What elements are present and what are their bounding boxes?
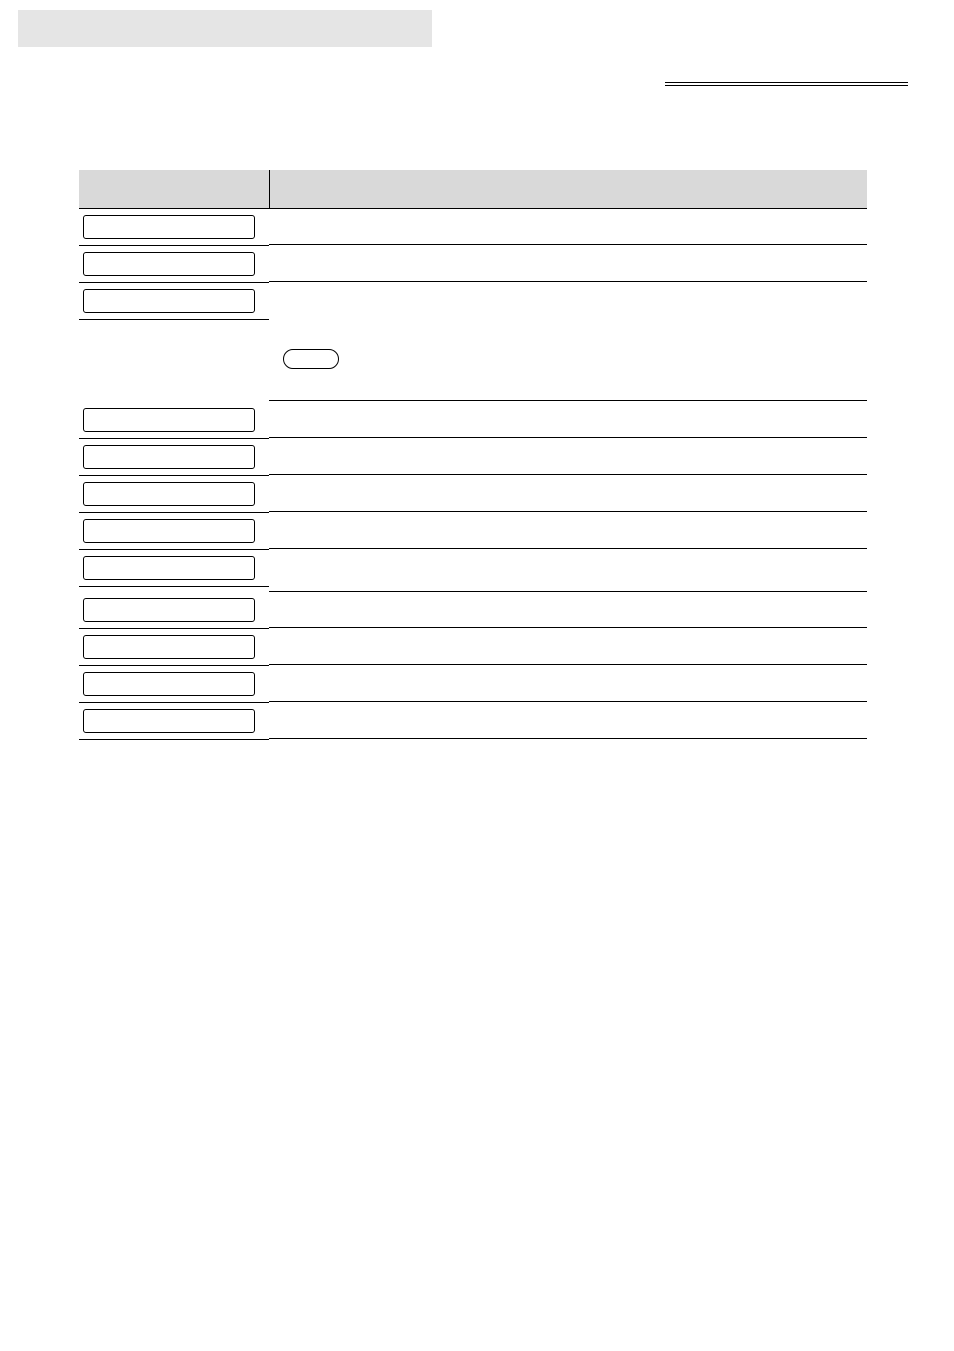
table-row — [79, 439, 867, 476]
table-row — [79, 246, 867, 283]
row-button[interactable] — [83, 445, 255, 469]
row-description — [269, 209, 867, 245]
row-button[interactable] — [83, 635, 255, 659]
top-header-bar — [18, 10, 432, 47]
table-row — [79, 208, 867, 246]
reference-table — [79, 170, 867, 740]
row-description — [269, 283, 867, 401]
table-row — [79, 629, 867, 666]
row-button[interactable] — [83, 672, 255, 696]
table-row — [79, 476, 867, 513]
section-double-rule — [665, 82, 908, 86]
row-description — [269, 629, 867, 665]
row-description — [269, 550, 867, 592]
table-row — [79, 592, 867, 629]
table-header-button-col — [79, 170, 269, 208]
row-description — [269, 666, 867, 702]
row-description — [269, 513, 867, 549]
row-button[interactable] — [83, 215, 255, 239]
table-row — [79, 550, 867, 592]
row-description — [269, 592, 867, 628]
row-button[interactable] — [83, 252, 255, 276]
row-description — [269, 476, 867, 512]
row-button[interactable] — [83, 408, 255, 432]
row-button[interactable] — [83, 598, 255, 622]
row-description — [269, 703, 867, 739]
table-row — [79, 283, 867, 402]
row-description — [269, 246, 867, 282]
row-button[interactable] — [83, 289, 255, 313]
row-button[interactable] — [83, 482, 255, 506]
table-row — [79, 703, 867, 740]
table-row — [79, 402, 867, 439]
row-button[interactable] — [83, 556, 255, 580]
row-button[interactable] — [83, 519, 255, 543]
table-row — [79, 513, 867, 550]
row-button[interactable] — [83, 709, 255, 733]
row-description — [269, 402, 867, 438]
table-header-description-col — [269, 170, 867, 208]
table-header-row — [79, 170, 867, 208]
row-description — [269, 439, 867, 475]
pill-button[interactable] — [283, 349, 339, 369]
table-row — [79, 666, 867, 703]
